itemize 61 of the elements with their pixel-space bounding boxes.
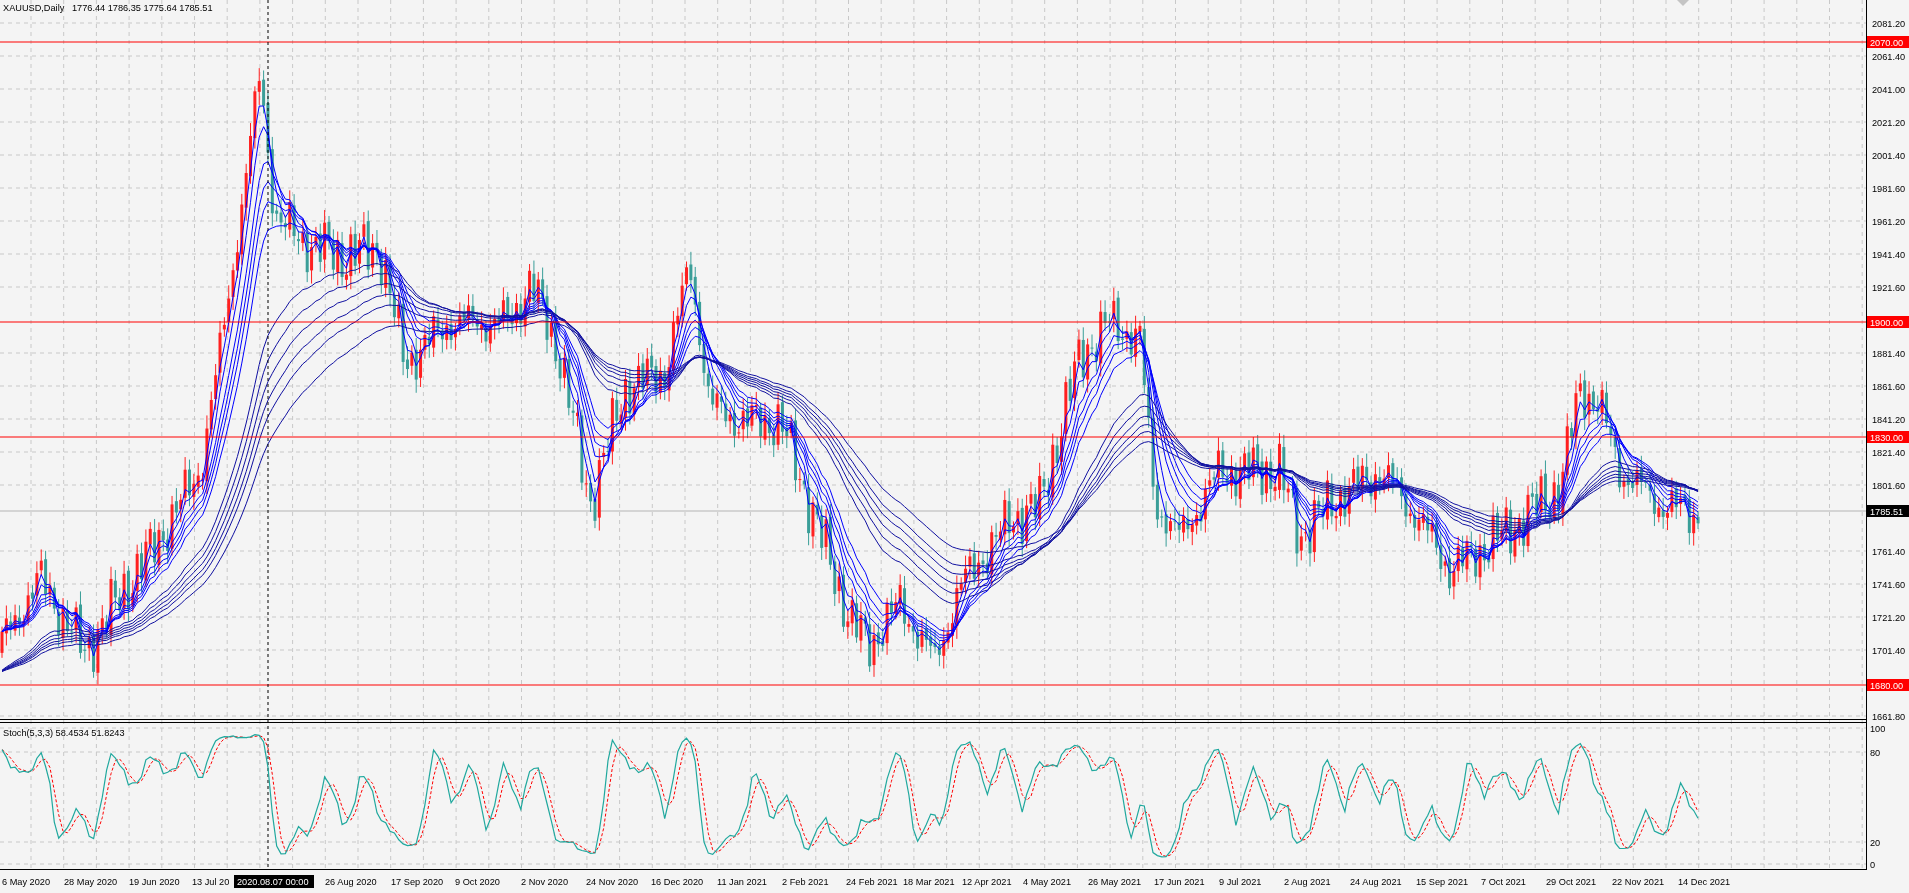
axis-label: 1961.20 bbox=[1872, 217, 1906, 227]
axis-label: 9 Jul 2021 bbox=[1219, 877, 1262, 887]
axis-label: 17 Jun 2021 bbox=[1154, 877, 1205, 887]
axis-label: 19 Jun 2020 bbox=[129, 877, 180, 887]
axis-label: 80 bbox=[1870, 748, 1881, 758]
axis-label: 6 May 2020 bbox=[2, 877, 50, 887]
axis-label: 15 Sep 2021 bbox=[1416, 877, 1469, 887]
axis-label: 18 Mar 2021 bbox=[903, 877, 955, 887]
axis-label: 26 May 2021 bbox=[1088, 877, 1142, 887]
axis-label: 24 Nov 2020 bbox=[586, 877, 639, 887]
chart-symbol: XAUUSD,Daily bbox=[3, 3, 65, 13]
axis-label: 12 Apr 2021 bbox=[962, 877, 1012, 887]
axis-label: 26 Aug 2020 bbox=[325, 877, 377, 887]
axis-label: 1921.60 bbox=[1872, 283, 1906, 293]
level-line[interactable] bbox=[0, 436, 1867, 438]
axis-label: 2021.20 bbox=[1872, 118, 1906, 128]
axis-label: 24 Aug 2021 bbox=[1350, 877, 1402, 887]
axis-label: 2041.00 bbox=[1872, 85, 1906, 95]
axis-label: 29 Oct 2021 bbox=[1546, 877, 1597, 887]
axis-label: 2061.40 bbox=[1872, 52, 1906, 62]
axis-label: 2 Aug 2021 bbox=[1284, 877, 1331, 887]
axis-label: 1881.40 bbox=[1872, 349, 1906, 359]
axis-label: 1981.60 bbox=[1872, 184, 1906, 194]
axis-label: 16 Dec 2020 bbox=[651, 877, 704, 887]
price-tag: 2070.00 bbox=[1867, 36, 1909, 48]
axis-label: 7 Oct 2021 bbox=[1481, 877, 1526, 887]
price-tag: 1680.00 bbox=[1867, 679, 1909, 691]
axis-label: 1721.20 bbox=[1872, 613, 1906, 623]
axis-label: 24 Feb 2021 bbox=[846, 877, 898, 887]
axis-label: 1701.40 bbox=[1872, 646, 1906, 656]
axis-label: 100 bbox=[1870, 724, 1886, 734]
axis-label: 14 Dec 2021 bbox=[1678, 877, 1731, 887]
axis-label: 4 May 2021 bbox=[1023, 877, 1071, 887]
axis-label: 2 Feb 2021 bbox=[782, 877, 829, 887]
axis-label: 0 bbox=[1870, 860, 1876, 870]
axis-label: 20 bbox=[1870, 838, 1881, 848]
ohlc-values: 1776.44 1786.35 1775.64 1785.51 bbox=[72, 3, 213, 13]
current-price-tag: 1785.51 bbox=[1867, 505, 1909, 517]
level-line[interactable] bbox=[0, 321, 1867, 323]
axis-label: 1841.20 bbox=[1872, 415, 1906, 425]
price-tag: 1830.00 bbox=[1867, 431, 1909, 443]
axis-label: 17 Sep 2020 bbox=[391, 877, 444, 887]
axis-label: 2081.20 bbox=[1872, 19, 1906, 29]
axis-label: 1821.40 bbox=[1872, 448, 1906, 458]
chevron-icon[interactable] bbox=[1677, 0, 1689, 6]
axis-label: 1801.60 bbox=[1872, 481, 1906, 491]
price-tag: 1900.00 bbox=[1867, 316, 1909, 328]
axis-label: 1661.80 bbox=[1872, 712, 1906, 722]
axis-label: 11 Jan 2021 bbox=[717, 877, 767, 887]
axis-label: 1941.40 bbox=[1872, 250, 1906, 260]
axis-label: 1761.40 bbox=[1872, 547, 1906, 557]
axis-label: 22 Nov 2021 bbox=[1612, 877, 1665, 887]
axis-label: 2001.40 bbox=[1872, 151, 1906, 161]
axis-label: 28 May 2020 bbox=[64, 877, 118, 887]
axis-label: 13 Jul 20 bbox=[192, 877, 230, 887]
axis-label: 1861.60 bbox=[1872, 382, 1906, 392]
axis-label: 1741.60 bbox=[1872, 580, 1906, 590]
indicator-title: Stoch(5,3,3) 58.4534 51.8243 bbox=[3, 728, 125, 738]
axis-label: 9 Oct 2020 bbox=[455, 877, 500, 887]
crosshair-date-tag: 2020.08.07 00:00 bbox=[234, 875, 314, 888]
axis-label: 2 Nov 2020 bbox=[521, 877, 568, 887]
